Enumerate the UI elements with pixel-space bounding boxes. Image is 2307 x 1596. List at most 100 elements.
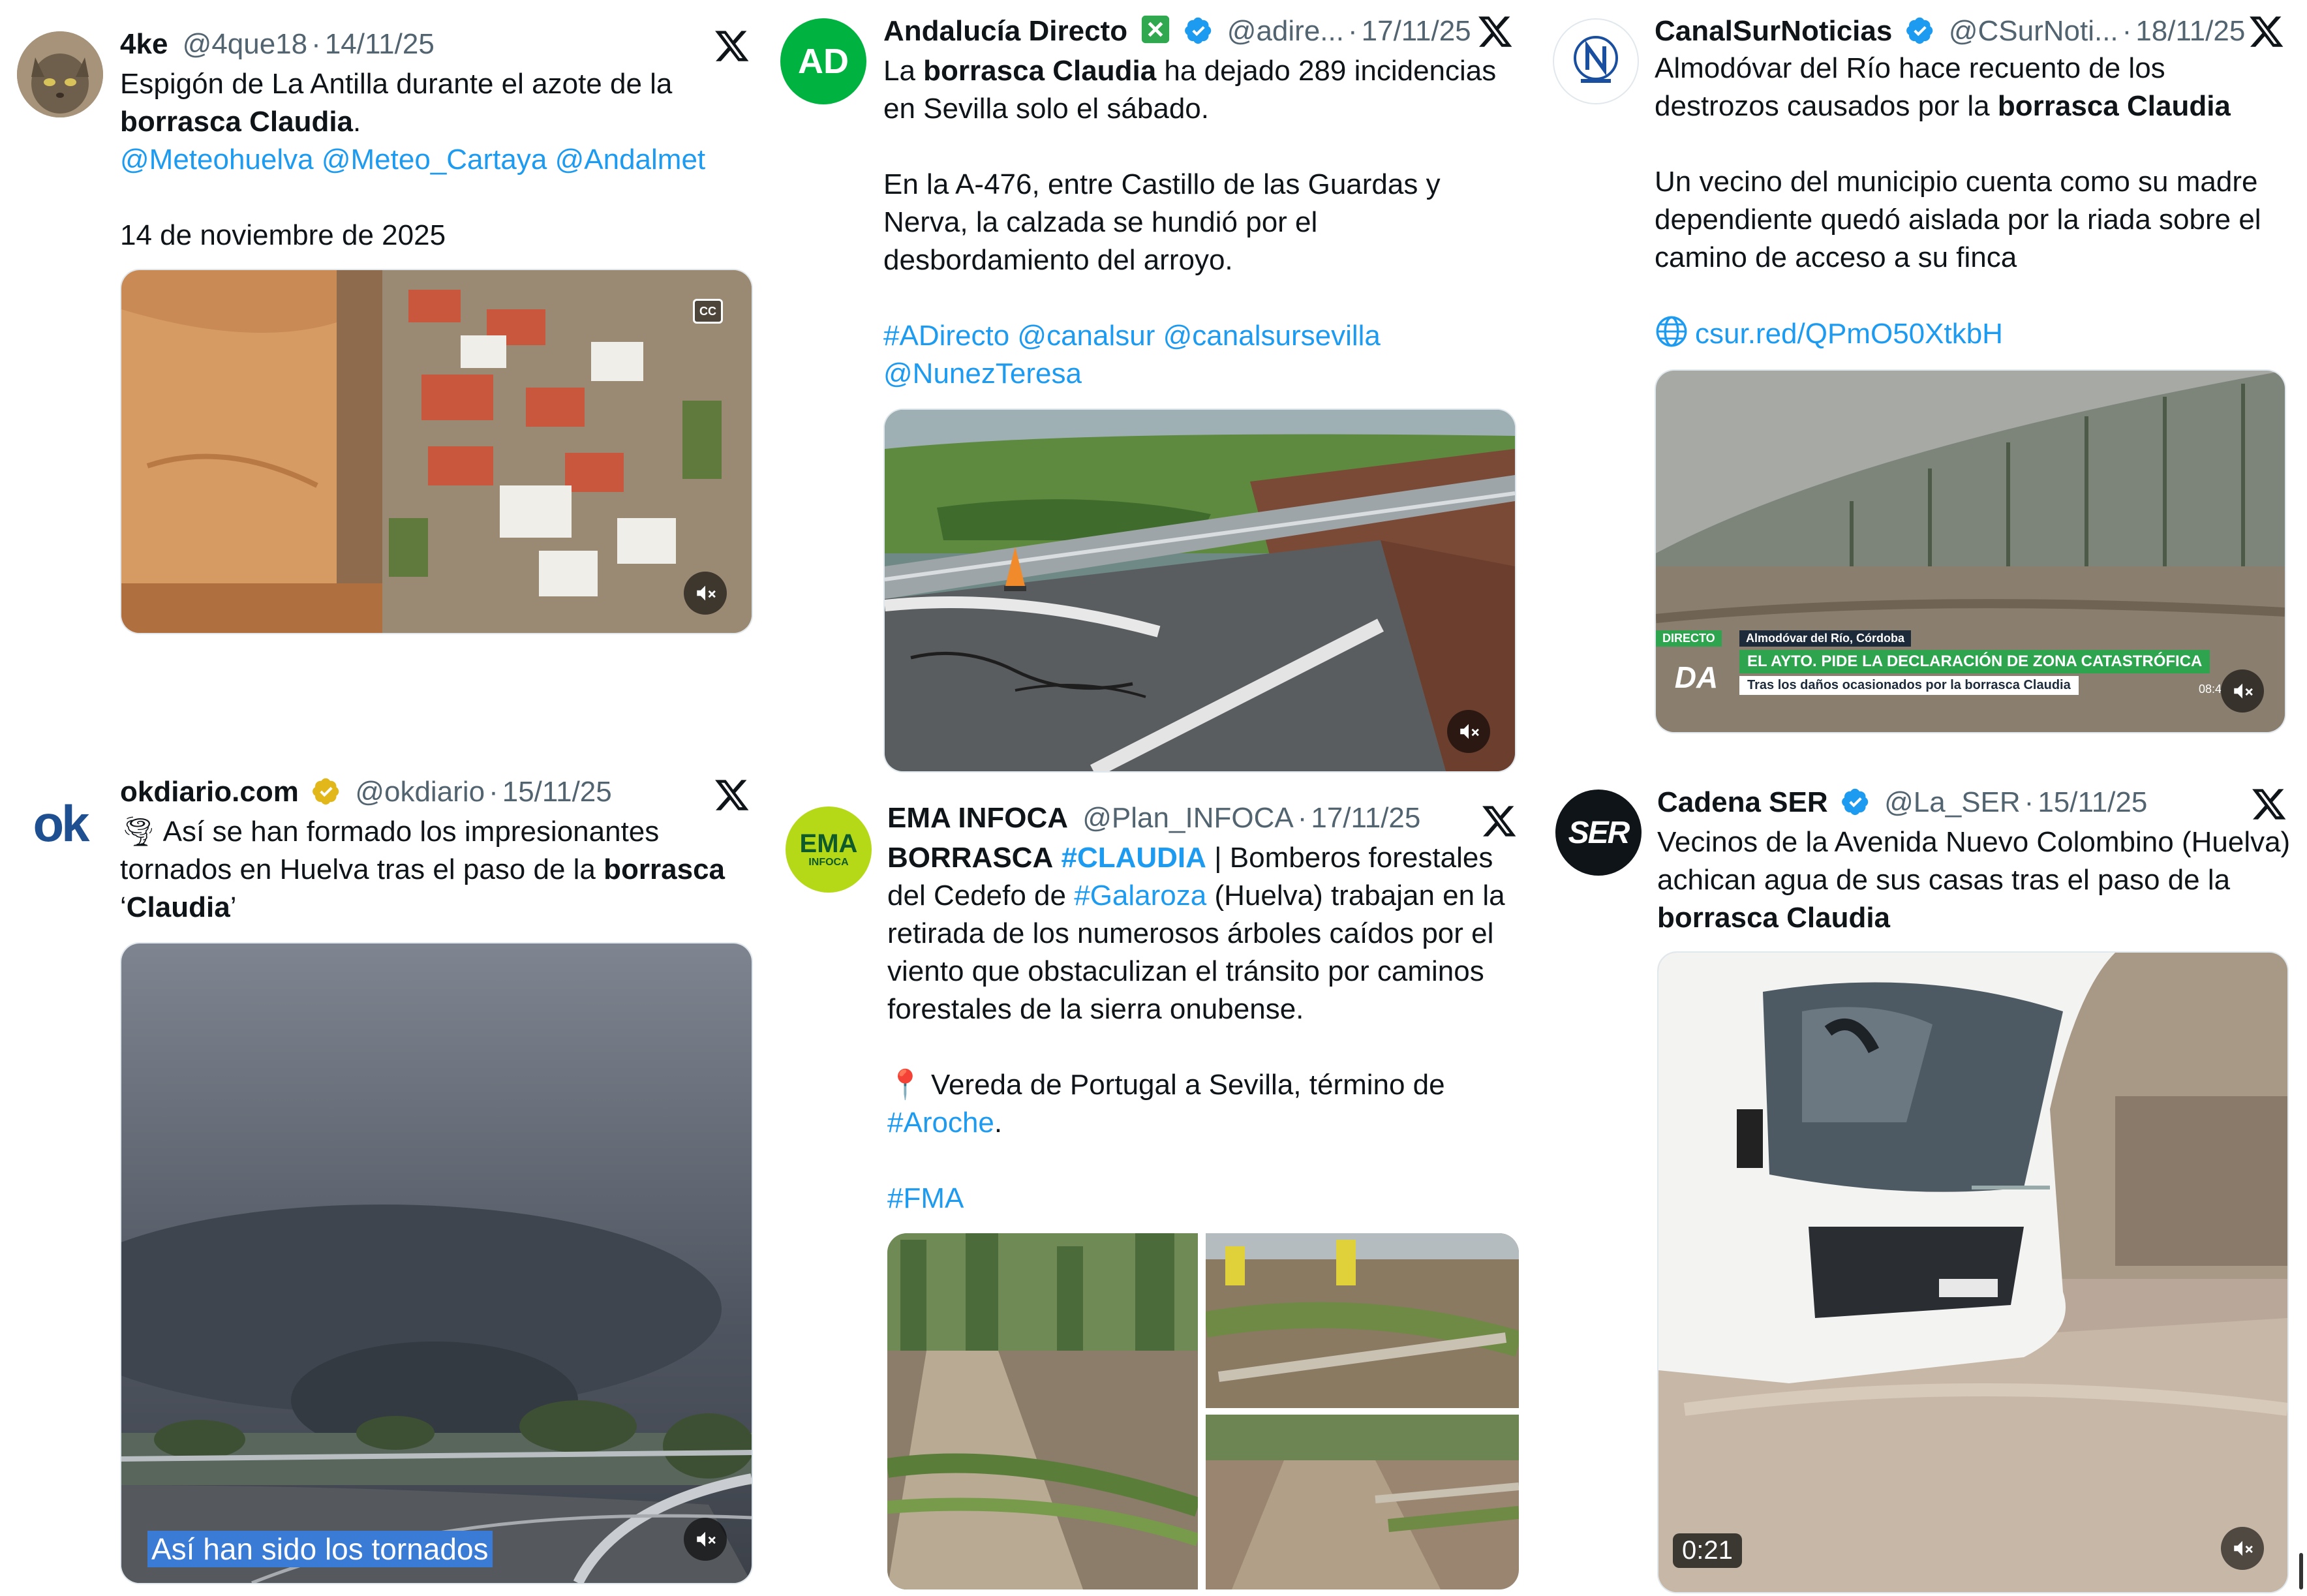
cleared-path-image [1206,1415,1519,1589]
user-handle[interactable]: @okdiario [355,776,485,808]
separator-dot: · [311,28,321,60]
tweet-text: Espigón de La Antilla durante el azote d… [120,65,759,254]
x-logo-icon[interactable] [2248,13,2285,50]
x-logo-icon[interactable] [714,776,750,813]
tweet-header: EMA INFOCA @Plan_INFOCA · 17/11/25 [887,799,1420,838]
mention-link[interactable]: @NunezTeresa [883,358,1082,390]
display-name[interactable]: EMA INFOCA [887,802,1068,834]
hashtag-link[interactable]: #Aroche [887,1107,994,1139]
tornado-emoji-icon: 🌪 [120,816,157,848]
text-segment: ‘ [120,891,127,923]
bold-text: borrasca Claudia [923,55,1157,87]
mute-icon[interactable] [684,572,727,615]
user-handle[interactable]: @4que18 [183,28,308,60]
van-flooded-street-image [1658,953,2287,1592]
text-segment: ’ [230,891,237,923]
link-text: csur.red/QPmO50XtkbH [1695,318,2003,350]
emoji-check-icon [1140,14,1170,44]
tweet-header: 4ke @4que18 · 14/11/25 [120,25,435,64]
hashtag-link[interactable]: #Galaroza [1074,880,1206,912]
display-name[interactable]: Cadena SER [1657,786,1828,818]
hashtag-link[interactable]: #ADirecto [883,320,1009,352]
globe-icon [1655,315,1688,348]
text-segment: Espigón de La Antilla durante el azote d… [120,68,673,100]
video-media[interactable] [883,408,1516,773]
video-media[interactable]: DIRECTO Almodóvar del Río, Córdoba DA EL… [1655,369,2286,733]
firefighters-cutting-trees-image [1206,1233,1519,1408]
mention-link[interactable]: @canalsursevilla [1163,320,1381,352]
fallen-trees-road-image [887,1233,1198,1589]
tweet-date[interactable]: 17/11/25 [1362,15,1471,47]
tweet-header: Cadena SER @La_SER · 15/11/25 [1657,783,2147,822]
mention-link[interactable]: @canalsur [1017,320,1155,352]
avatar-cadena-ser[interactable]: SER [1555,790,1642,876]
mute-icon[interactable] [1447,710,1490,753]
user-handle[interactable]: @Plan_INFOCA [1082,802,1293,834]
ema-logo-text: EMA [799,829,858,858]
text-segment: Así se han formado los impresionantes to… [120,816,660,885]
display-name[interactable]: okdiario.com [120,776,299,808]
external-link[interactable]: csur.red/QPmO50XtkbH [1655,315,2003,350]
ad-logo: AD [798,42,849,81]
user-handle[interactable]: @La_SER [1884,786,2021,818]
closed-captions-icon[interactable]: CC [693,299,723,324]
mute-icon[interactable] [2221,1527,2264,1570]
x-logo-icon[interactable] [1477,13,1514,50]
verified-gold-badge-icon [312,776,341,805]
broadcast-clock: 08:4 [2199,683,2222,696]
mention-link[interactable]: @Meteo_Cartaya [322,144,547,176]
tweet-text: 🌪 Así se han formado los impresionantes … [120,813,759,927]
avatar-canalsur[interactable] [1553,18,1639,104]
grid-image-3[interactable] [1206,1415,1519,1589]
x-logo-icon[interactable] [714,27,750,64]
tweet-date[interactable]: 18/11/25 [2135,15,2245,47]
display-name[interactable]: 4ke [120,28,168,60]
user-handle[interactable]: @CSurNoti... [1949,15,2118,47]
video-media[interactable]: CC [120,269,753,634]
grid-image-1[interactable] [887,1233,1198,1589]
tweet-date[interactable]: 14/11/25 [325,28,435,60]
avatar-ema-infoca[interactable]: EMA INFOCA [786,806,872,893]
tweet-header: Andalucía Directo @adire... · 17/11/25 [883,12,1471,51]
x-logo-icon[interactable] [2251,786,2287,822]
hashtag-link[interactable]: #CLAUDIA [1061,842,1206,874]
bold-text: borrasca Claudia [120,106,354,138]
tweet-date[interactable]: 15/11/25 [502,776,612,808]
channel-logo-text: DA [1674,660,1719,694]
text-segment: . [994,1107,1003,1139]
mention-link[interactable]: @Meteohuelva [120,144,314,176]
x-logo-icon[interactable] [1481,803,1518,839]
tweet-date[interactable]: 15/11/25 [2038,786,2147,818]
display-name[interactable]: Andalucía Directo [883,15,1127,47]
hashtag-link[interactable]: #FMA [887,1182,964,1214]
tweet-date[interactable]: 17/11/25 [1311,802,1420,834]
display-name[interactable]: CanalSurNoticias [1655,15,1892,47]
mute-icon[interactable] [684,1518,727,1561]
video-media[interactable]: Así han sido los tornados [120,942,753,1584]
avatar-andalucia-directo[interactable]: AD [780,18,866,104]
verified-badge-icon [1184,16,1213,44]
bold-text: borrasca Claudia [1997,90,2231,122]
cat-avatar-icon [17,31,103,117]
image-grid [887,1233,1519,1589]
mention-link[interactable]: @Andalmet [555,144,706,176]
video-caption: Así han sido los tornados [147,1531,493,1567]
avatar-4ke[interactable] [17,31,103,117]
separator-dot: · [2024,786,2034,818]
user-handle[interactable]: @adire... [1227,15,1344,47]
scrollbar-thumb[interactable] [2299,1553,2303,1589]
text-segment: La [883,55,924,87]
avatar-okdiario[interactable]: ok [17,780,103,867]
collapsed-road-image [885,410,1515,771]
grid-image-2[interactable] [1206,1233,1519,1408]
location-tag: Almodóvar del Río, Córdoba [1739,630,1912,647]
video-media[interactable]: 0:21 [1657,951,2289,1593]
text-paragraph: Un vecino del municipio cuenta como su m… [1655,166,2261,273]
mute-icon[interactable] [2221,669,2264,713]
bold-text: borrasca [603,853,726,885]
pin-emoji-icon: 📍 [887,1069,923,1101]
tweet-header: CanalSurNoticias @CSurNoti... · 18/11/25 [1655,12,2245,51]
tweet-text: Almodóvar del Río hace recuento de los d… [1655,50,2294,353]
verified-badge-icon [1841,787,1870,816]
text-segment: Vereda de Portugal a Sevilla, término de [923,1069,1445,1101]
